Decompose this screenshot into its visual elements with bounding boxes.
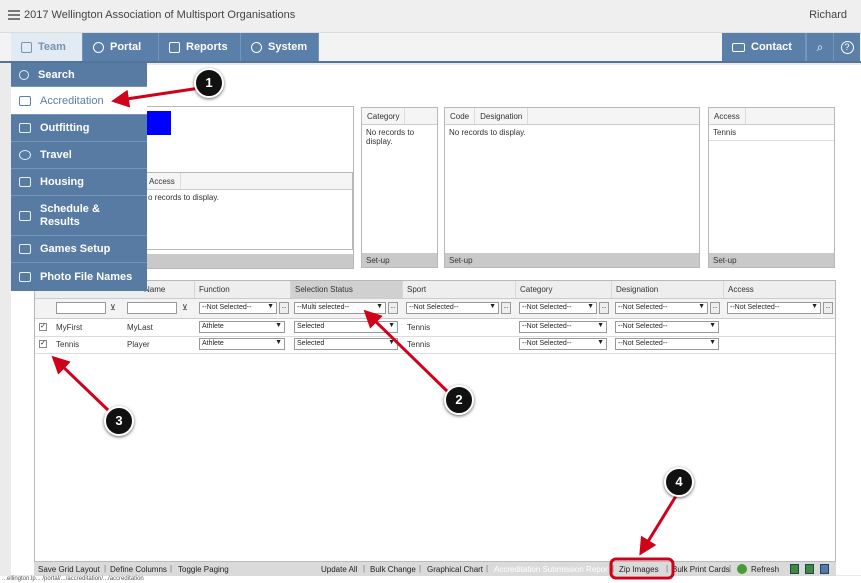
arrow-2 bbox=[363, 309, 450, 394]
step-badge-2: 2 bbox=[444, 385, 474, 415]
annotation-arrows bbox=[51, 86, 678, 580]
arrow-1 bbox=[111, 86, 201, 108]
arrow-3 bbox=[51, 355, 110, 412]
step-badge-4: 4 bbox=[664, 467, 694, 497]
step-badge-1: 1 bbox=[194, 68, 224, 98]
zip-images-highlight bbox=[609, 557, 675, 580]
step-badge-3: 3 bbox=[104, 406, 134, 436]
arrow-4 bbox=[639, 495, 678, 556]
